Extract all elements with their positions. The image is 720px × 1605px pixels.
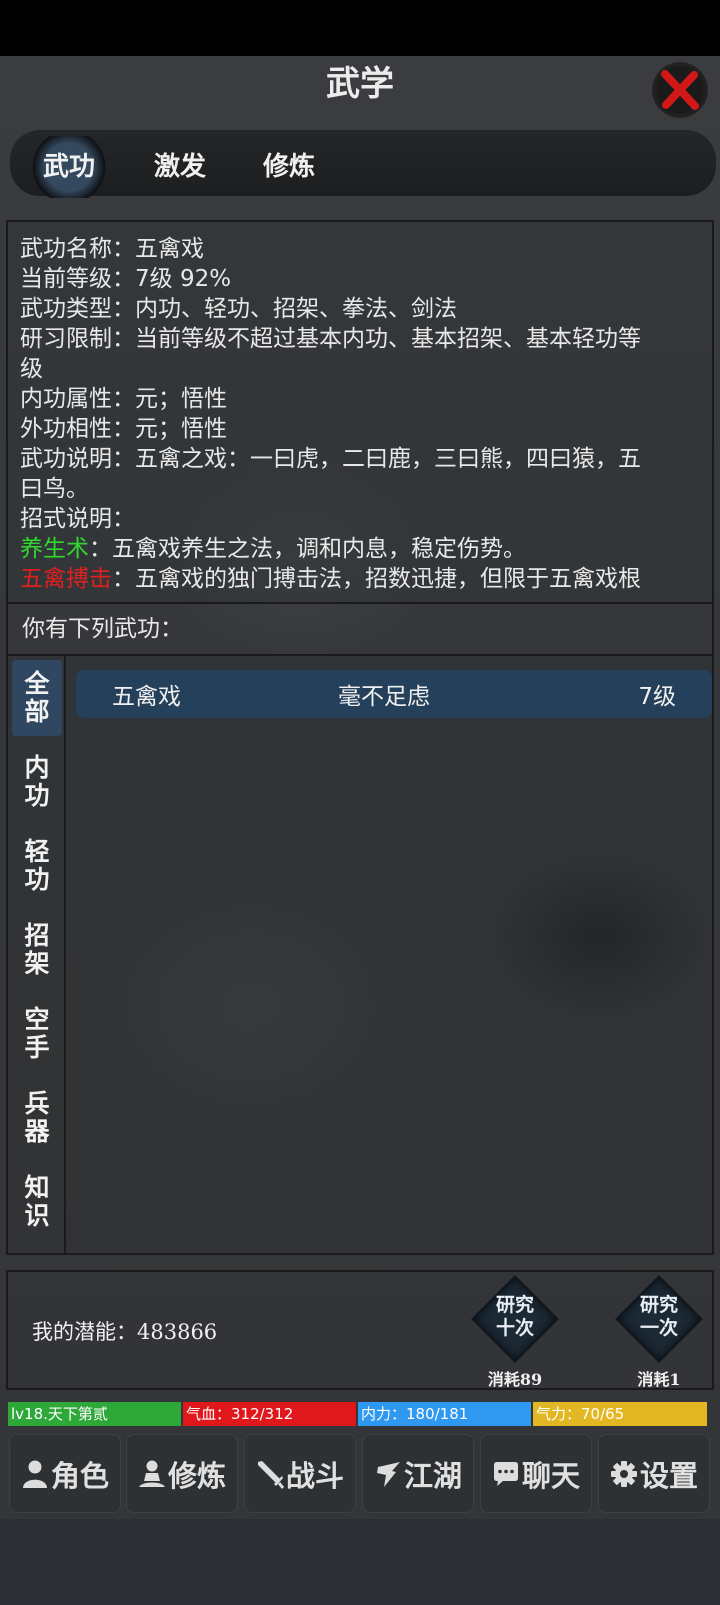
potential-panel: 我的潜能：483866 研究 十次 消耗89 研究 一次 消耗1	[6, 1270, 714, 1390]
research-one-cost: 消耗1	[637, 1370, 681, 1389]
nav-label: 修炼	[167, 1458, 226, 1493]
person-icon	[22, 1460, 47, 1488]
skill-type-line: 武功类型：内功、轻功、招架、拳法、剑法	[20, 296, 457, 322]
category-neigong[interactable]: 内功	[12, 744, 62, 820]
move-line: 养生术：五禽戏养生之法，调和内息，稳定伤势。	[20, 536, 526, 562]
skill-limit-line: 研习限制：当前等级不超过基本内功、基本招架、基本轻功等	[20, 326, 641, 352]
skill-name: 五禽戏	[112, 684, 181, 710]
nav-battle[interactable]: 战斗	[244, 1434, 356, 1513]
category-column: 全部 内功 轻功 招架 空手 兵器 知识	[8, 656, 66, 1253]
tab-label: 武功	[42, 151, 95, 182]
page-title: 武学	[326, 64, 394, 104]
skill-row[interactable]: 五禽戏 毫不足虑 7级	[76, 670, 712, 718]
category-zhishi[interactable]: 知识	[12, 1164, 62, 1240]
nav-label: 设置	[639, 1458, 698, 1493]
skill-desc-line: 武功说明：五禽之戏：一曰虎，二曰鹿，三曰熊，四曰猿，五	[20, 446, 641, 472]
nav-label: 江湖	[403, 1458, 462, 1493]
category-zhaojia[interactable]: 招架	[12, 912, 62, 988]
nav-chat[interactable]: 聊天	[480, 1434, 592, 1513]
research-one-label: 研究 一次	[639, 1294, 678, 1339]
skill-limit-line-2: 级	[20, 356, 43, 382]
nav-settings[interactable]: 设置	[598, 1434, 710, 1513]
gear-icon	[610, 1460, 637, 1487]
category-kongshou[interactable]: 空手	[12, 996, 62, 1072]
move-name: 五禽搏击	[20, 566, 112, 592]
nav-jianghu[interactable]: 江湖	[362, 1434, 474, 1513]
nav-label: 战斗	[285, 1458, 344, 1493]
nav-label: 角色	[50, 1458, 109, 1493]
tab-label: 激发	[153, 151, 206, 182]
tab-jifa[interactable]: 激发	[141, 136, 219, 192]
close-icon	[661, 70, 699, 110]
category-qinggong[interactable]: 轻功	[12, 828, 62, 904]
meditate-icon	[138, 1460, 165, 1487]
hp-bar: 气血：312/312	[183, 1402, 356, 1426]
category-bingqi[interactable]: 兵器	[12, 1080, 62, 1156]
skill-info-panel: 武功名称：五禽戏 当前等级：7级 92% 武功类型：内功、轻功、招架、拳法、剑法…	[6, 220, 714, 604]
skill-desc-line-2: 曰鸟。	[20, 476, 89, 502]
nav-role[interactable]: 角色	[9, 1434, 121, 1513]
move-name: 养生术	[20, 536, 89, 562]
skill-inner-line: 内功属性：元；悟性	[20, 386, 227, 412]
sword-icon	[257, 1460, 284, 1489]
skill-name-line: 武功名称：五禽戏	[20, 236, 204, 262]
research-ten-label: 研究 十次	[495, 1294, 534, 1339]
tab-wugong[interactable]: 武功	[30, 136, 108, 198]
skill-level: 7级	[638, 684, 676, 710]
move-line: 五禽搏击：五禽戏的独门搏击法，招数迅捷，但限于五禽戏根	[20, 566, 641, 592]
research-ten-button[interactable]: 研究 十次 消耗89	[471, 1275, 559, 1390]
tab-bar	[10, 130, 716, 196]
close-button[interactable]	[652, 62, 708, 118]
level-badge: lv18.天下第贰	[8, 1402, 181, 1426]
stamina-bar: 气力：70/65	[533, 1402, 707, 1426]
research-ten-cost: 消耗89	[487, 1370, 543, 1389]
nav-label: 聊天	[521, 1458, 580, 1493]
tab-label: 修炼	[262, 151, 315, 182]
wuxia-icon	[376, 1461, 400, 1487]
research-one-button[interactable]: 研究 一次 消耗1	[615, 1275, 703, 1390]
owned-skills-label: 你有下列武功：	[6, 604, 714, 654]
status-bar	[0, 0, 720, 56]
nav-cultivate[interactable]: 修炼	[126, 1434, 238, 1513]
category-all[interactable]: 全部	[12, 660, 62, 736]
skill-outer-line: 外功相性：元；悟性	[20, 416, 227, 442]
chat-icon	[493, 1461, 518, 1486]
mp-bar: 内力：180/181	[358, 1402, 531, 1426]
bottom-bar	[0, 1519, 720, 1605]
skill-rating: 毫不足虑	[338, 684, 430, 710]
skill-list-panel: 全部 内功 轻功 招架 空手 兵器 知识 五禽戏 毫不足虑 7级	[6, 654, 714, 1255]
moves-label: 招式说明：	[20, 506, 135, 532]
skill-level-line: 当前等级：7级 92%	[20, 266, 232, 292]
potential-display: 我的潜能：483866	[32, 1320, 218, 1344]
tab-xiulian[interactable]: 修炼	[250, 136, 328, 192]
